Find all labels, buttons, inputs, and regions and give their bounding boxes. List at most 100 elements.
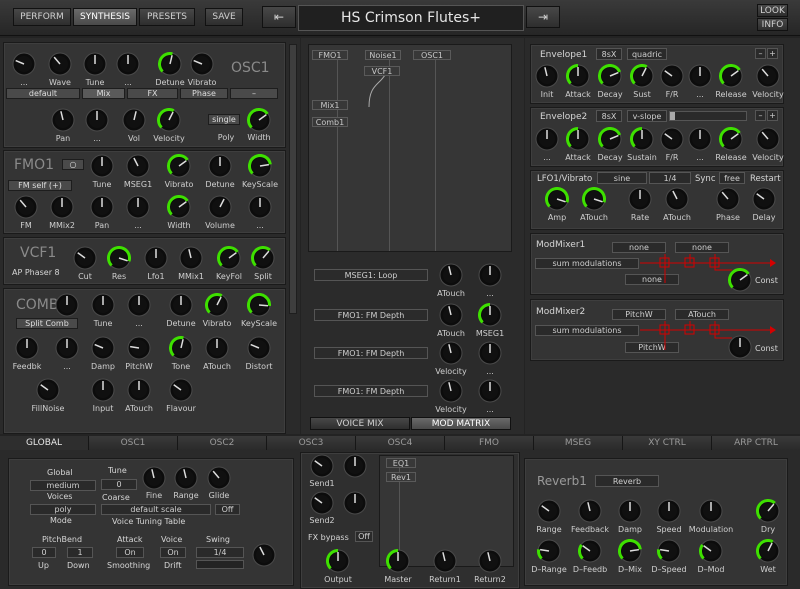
modmixer1-source2[interactable]: none	[675, 242, 729, 253]
comb1-knob[interactable]	[91, 293, 115, 317]
osc1-knob[interactable]	[85, 108, 109, 132]
lfo1-knob[interactable]	[716, 187, 740, 211]
env2-knob[interactable]	[719, 127, 743, 151]
env1-knob[interactable]	[719, 64, 743, 88]
comb1-knob[interactable]	[91, 336, 115, 360]
comb1-mode-select[interactable]: Split Comb	[16, 318, 78, 329]
env2-knob[interactable]	[660, 127, 684, 151]
lfo1-knob[interactable]	[665, 187, 689, 211]
matrix-slot[interactable]: FMO1: FM Depth	[314, 385, 428, 397]
vcf1-knob[interactable]	[73, 246, 97, 270]
envelope2-minus-button[interactable]: –	[755, 110, 766, 121]
modmixer2-source2[interactable]: ATouch	[675, 309, 729, 320]
fmo1-knob[interactable]	[90, 154, 114, 178]
envelope1-curve[interactable]: quadric	[627, 48, 667, 60]
lfo1-wave[interactable]: sine	[597, 172, 647, 184]
env2-knob[interactable]	[535, 127, 559, 151]
osc1-select-0[interactable]: default	[6, 88, 80, 99]
voice-drift-toggle[interactable]: On	[160, 547, 186, 558]
reverb-knob[interactable]	[756, 499, 780, 523]
voices-mode-select[interactable]: poly	[30, 504, 96, 515]
master-knob[interactable]	[386, 549, 410, 573]
envelope2-curve[interactable]: v-slope	[627, 110, 667, 122]
env2-knob[interactable]	[566, 127, 590, 151]
fx-eq1[interactable]: EQ1	[386, 458, 416, 468]
osc1-knob[interactable]	[48, 52, 72, 76]
reverb-knob[interactable]	[537, 499, 561, 523]
osc1-knob[interactable]	[157, 108, 181, 132]
fine-knob[interactable]	[142, 466, 166, 490]
modmixer2-source3[interactable]: PitchW	[625, 342, 679, 353]
matrix-amount-knob[interactable]	[439, 379, 463, 403]
matrix-amount-knob[interactable]	[478, 341, 502, 365]
osc1-select-3[interactable]: Phase	[180, 88, 228, 99]
envelope1-mode[interactable]: 8sX	[596, 48, 622, 60]
matrix-amount-knob[interactable]	[478, 263, 502, 287]
glide-knob[interactable]	[207, 466, 231, 490]
voice-tuning-table-select[interactable]: default scale	[101, 504, 211, 515]
swing-knob[interactable]	[252, 543, 276, 567]
env1-knob[interactable]	[660, 64, 684, 88]
prev-preset-button[interactable]: ⇤	[262, 6, 296, 28]
osc1-knob[interactable]	[158, 52, 182, 76]
output-knob[interactable]	[326, 549, 350, 573]
matrix-slot[interactable]: MSEG1: Loop	[314, 269, 428, 281]
osc1-select-4[interactable]: –	[230, 88, 278, 99]
reverb-type[interactable]: Reverb	[595, 475, 659, 487]
envelope1-plus-button[interactable]: +	[767, 48, 778, 59]
env1-knob[interactable]	[598, 64, 622, 88]
env2-knob[interactable]	[598, 127, 622, 151]
envelope2-mode[interactable]: 8sX	[596, 110, 622, 122]
env2-knob[interactable]	[688, 127, 712, 151]
lfo1-knob[interactable]	[582, 187, 606, 211]
matrix-amount-knob[interactable]	[439, 303, 463, 327]
attack-toggle[interactable]: On	[116, 547, 144, 558]
env1-knob[interactable]	[756, 64, 780, 88]
vcf1-knob[interactable]	[144, 246, 168, 270]
comb1-knob[interactable]	[36, 378, 60, 402]
vcf1-type[interactable]: AP Phaser 8	[12, 268, 60, 277]
tab-global[interactable]: GLOBAL	[0, 436, 89, 450]
osc1-knob[interactable]	[122, 108, 146, 132]
env1-knob[interactable]	[688, 64, 712, 88]
lfo1-rate[interactable]: 1/4	[649, 172, 691, 184]
comb1-knob[interactable]	[205, 293, 229, 317]
fmo1-knob[interactable]	[208, 195, 232, 219]
osc1-knob[interactable]	[190, 52, 214, 76]
env2-knob[interactable]	[756, 127, 780, 151]
tuning-off-toggle[interactable]: Off	[215, 504, 240, 515]
vcf1-knob[interactable]	[107, 246, 131, 270]
env1-knob[interactable]	[630, 64, 654, 88]
envelope2-slider[interactable]	[669, 111, 747, 121]
send2-knob[interactable]	[310, 491, 334, 515]
tab-synthesis[interactable]: SYNTHESIS	[73, 8, 137, 26]
reverb-knob[interactable]	[657, 499, 681, 523]
envelope2-plus-button[interactable]: +	[767, 110, 778, 121]
comb1-knob[interactable]	[247, 293, 271, 317]
osc1-poly-select[interactable]: single	[208, 114, 240, 125]
fmo1-knob[interactable]	[248, 195, 272, 219]
osc1-width-knob[interactable]	[247, 108, 271, 132]
fmo1-knob[interactable]	[208, 154, 232, 178]
lfo1-knob[interactable]	[752, 187, 776, 211]
fmo1-knob[interactable]	[248, 154, 272, 178]
modmixer1-source3[interactable]: none	[625, 274, 679, 285]
comb1-knob[interactable]	[55, 336, 79, 360]
fmo1-knob[interactable]	[126, 154, 150, 178]
look-button[interactable]: LOOK	[757, 4, 788, 17]
osc1-knob[interactable]	[116, 52, 140, 76]
mod-matrix-tab[interactable]: MOD MATRIX	[411, 417, 511, 430]
comb1-knob[interactable]	[169, 336, 193, 360]
info-button[interactable]: INFO	[757, 18, 788, 31]
tab-osc4[interactable]: OSC4	[356, 436, 445, 450]
matrix-amount-knob[interactable]	[478, 379, 502, 403]
fmo1-knob[interactable]	[90, 195, 114, 219]
lfo1-knob[interactable]	[628, 187, 652, 211]
fmo1-knob[interactable]	[126, 195, 150, 219]
tune-value[interactable]: 0	[101, 479, 137, 490]
modmixer2-mode[interactable]: sum modulations	[535, 325, 639, 336]
comb1-knob[interactable]	[247, 336, 271, 360]
vcf1-knob[interactable]	[251, 246, 275, 270]
lfo1-sync[interactable]: free	[719, 172, 745, 184]
comb1-knob[interactable]	[169, 293, 193, 317]
